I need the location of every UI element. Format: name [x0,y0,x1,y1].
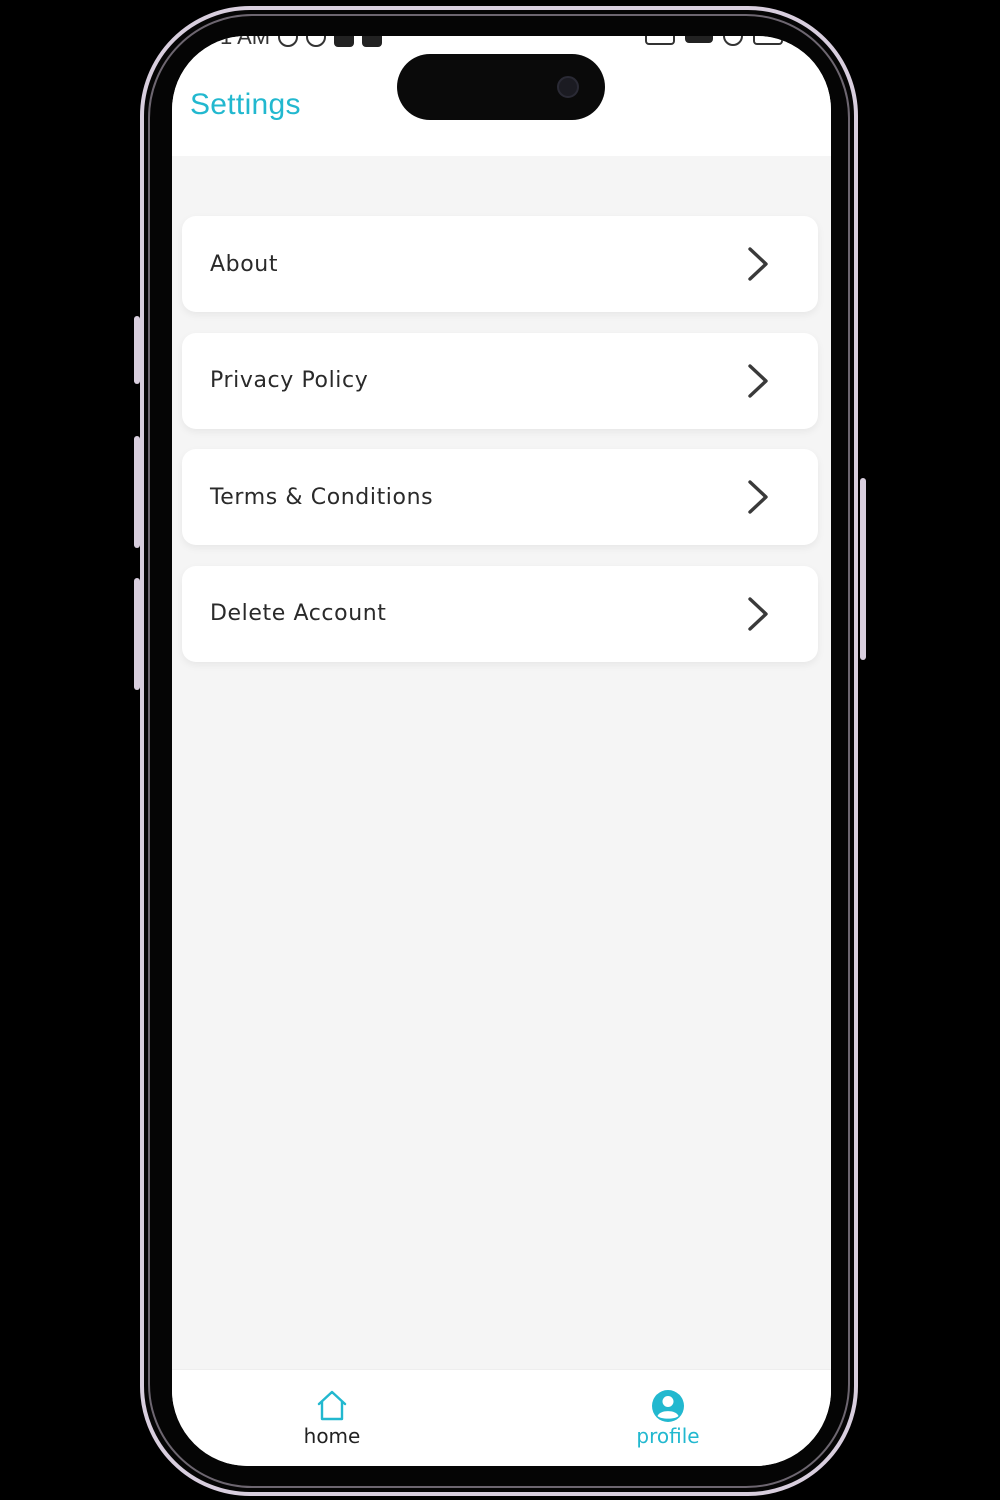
wifi-icon [723,36,743,46]
app-screen: 1 AM Settings About Privacy Policy Terms… [172,36,831,1466]
menu-item-about[interactable]: About [182,216,818,312]
nav-label-home: home [303,1424,361,1448]
menu-item-delete-account[interactable]: Delete Account [182,565,818,662]
sync-icon [306,36,327,47]
camera-icon [557,76,579,98]
menu-item-terms-conditions[interactable]: Terms & Conditions [182,449,818,545]
canvas: 1 AM Settings About Privacy Policy Terms… [0,0,1000,1500]
alarm-icon [278,36,299,47]
nav-item-home[interactable]: home [272,1388,392,1448]
home-icon [317,1390,347,1421]
chevron-right-icon [748,247,768,281]
phone-volume-up-button [134,436,140,548]
profile-icon [652,1390,684,1422]
page-title: Settings [190,88,301,121]
status-bar: 1 AM [172,36,831,50]
menu-item-label: About [210,251,279,277]
status-bar-right [645,36,783,46]
notification-icon [362,36,383,47]
nav-item-profile[interactable]: profile [608,1388,728,1448]
phone-action-button [134,316,140,384]
network-type-icon [645,36,675,45]
menu-item-label: Terms & Conditions [210,484,434,510]
settings-menu: About Privacy Policy Terms & Conditions … [182,216,818,682]
nav-label-profile: profile [636,1424,700,1448]
chevron-right-icon [748,596,768,631]
dynamic-island [397,54,605,120]
chevron-right-icon [748,480,768,514]
menu-item-label: Privacy Policy [210,368,369,393]
bottom-navigation: home profile [172,1369,831,1466]
signal-icon [685,36,713,43]
menu-item-privacy-policy[interactable]: Privacy Policy [182,332,818,429]
notification-icon [334,36,355,47]
menu-item-label: Delete Account [210,601,387,626]
status-bar-left: 1 AM [220,36,383,50]
phone-power-button [860,478,866,660]
phone-volume-down-button [134,578,140,690]
battery-icon [753,36,783,45]
chevron-right-icon [748,363,768,398]
status-time: 1 AM [220,36,271,49]
